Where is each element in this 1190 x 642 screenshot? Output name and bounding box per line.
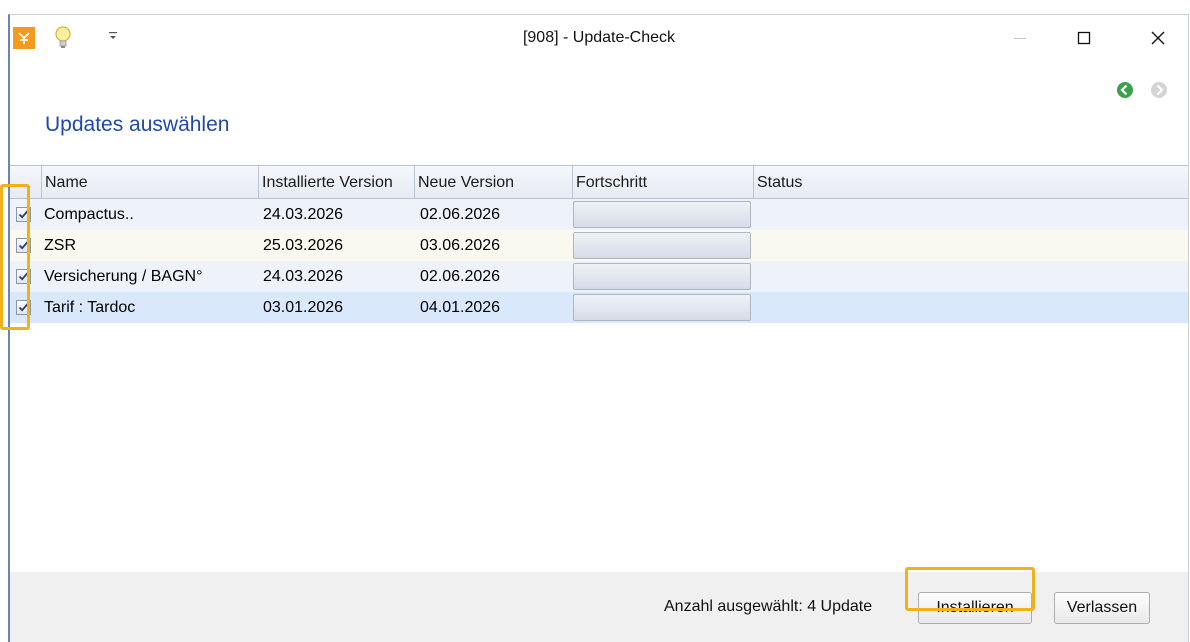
checkmark-icon: [18, 303, 29, 312]
checkmark-icon: [18, 210, 29, 219]
table-header: Name Installierte Version Neue Version F…: [10, 166, 1188, 199]
cell-new-version: 04.01.2026: [420, 299, 501, 316]
footer-bar: Anzahl ausgewählt: 4 Update Installieren…: [10, 572, 1188, 642]
row-checkbox[interactable]: [16, 269, 31, 284]
back-button[interactable]: [1116, 81, 1134, 99]
close-button[interactable]: [1136, 21, 1180, 55]
back-icon: [1117, 82, 1133, 98]
forward-button[interactable]: [1150, 81, 1168, 99]
cell-new-version: 03.06.2026: [420, 237, 501, 254]
maximize-icon: [1077, 31, 1091, 45]
cell-installed-version: 24.03.2026: [263, 206, 344, 223]
cell-new-version: 02.06.2026: [420, 268, 501, 285]
header-status[interactable]: Status: [753, 166, 1188, 198]
exit-button[interactable]: Verlassen: [1054, 592, 1150, 624]
title-bar: [908] - Update-Check: [10, 15, 1188, 61]
table-row[interactable]: Versicherung / BAGN° 24.03.2026 02.06.2026: [10, 261, 1188, 292]
row-checkbox[interactable]: [16, 238, 31, 253]
table-row[interactable]: ZSR 25.03.2026 03.06.2026: [10, 230, 1188, 261]
cell-installed-version: 03.01.2026: [263, 299, 344, 316]
minimize-icon: [1014, 38, 1026, 39]
cell-name: Tarif : Tardoc: [44, 299, 136, 316]
header-checkbox-column: [10, 166, 41, 198]
header-installed-version[interactable]: Installierte Version: [258, 166, 414, 198]
row-checkbox[interactable]: [16, 207, 31, 222]
update-check-window: [908] - Update-Check Updates auswählen N…: [8, 14, 1189, 642]
cell-new-version: 02.06.2026: [420, 206, 501, 223]
lightbulb-icon[interactable]: [54, 25, 72, 51]
table-row[interactable]: Tarif : Tardoc 03.01.2026 04.01.2026: [10, 292, 1188, 323]
install-button[interactable]: Installieren: [918, 592, 1032, 624]
maximize-button[interactable]: [1062, 21, 1106, 55]
cell-name: Versicherung / BAGN°: [44, 268, 203, 285]
progress-bar: [573, 263, 751, 290]
app-icon[interactable]: [13, 27, 35, 49]
page-heading: Updates auswählen: [45, 113, 230, 136]
header-new-version[interactable]: Neue Version: [414, 166, 572, 198]
selected-count-label: Anzahl ausgewählt: 4 Update: [664, 598, 873, 615]
updates-table: Name Installierte Version Neue Version F…: [10, 165, 1188, 574]
header-progress[interactable]: Fortschritt: [572, 166, 753, 198]
cell-name: Compactus..: [44, 206, 134, 223]
progress-bar: [573, 201, 751, 228]
progress-bar: [573, 232, 751, 259]
row-checkbox[interactable]: [16, 300, 31, 315]
checkmark-icon: [18, 272, 29, 281]
table-row[interactable]: Compactus.. 24.03.2026 02.06.2026: [10, 199, 1188, 230]
cell-installed-version: 24.03.2026: [263, 268, 344, 285]
cell-name: ZSR: [44, 237, 76, 254]
progress-bar: [573, 294, 751, 321]
quick-access-menu-icon[interactable]: [106, 27, 120, 47]
header-name[interactable]: Name: [41, 166, 258, 198]
cell-installed-version: 25.03.2026: [263, 237, 344, 254]
minimize-button[interactable]: [998, 21, 1042, 55]
close-icon: [1151, 31, 1165, 45]
checkmark-icon: [18, 241, 29, 250]
forward-icon: [1151, 82, 1167, 98]
